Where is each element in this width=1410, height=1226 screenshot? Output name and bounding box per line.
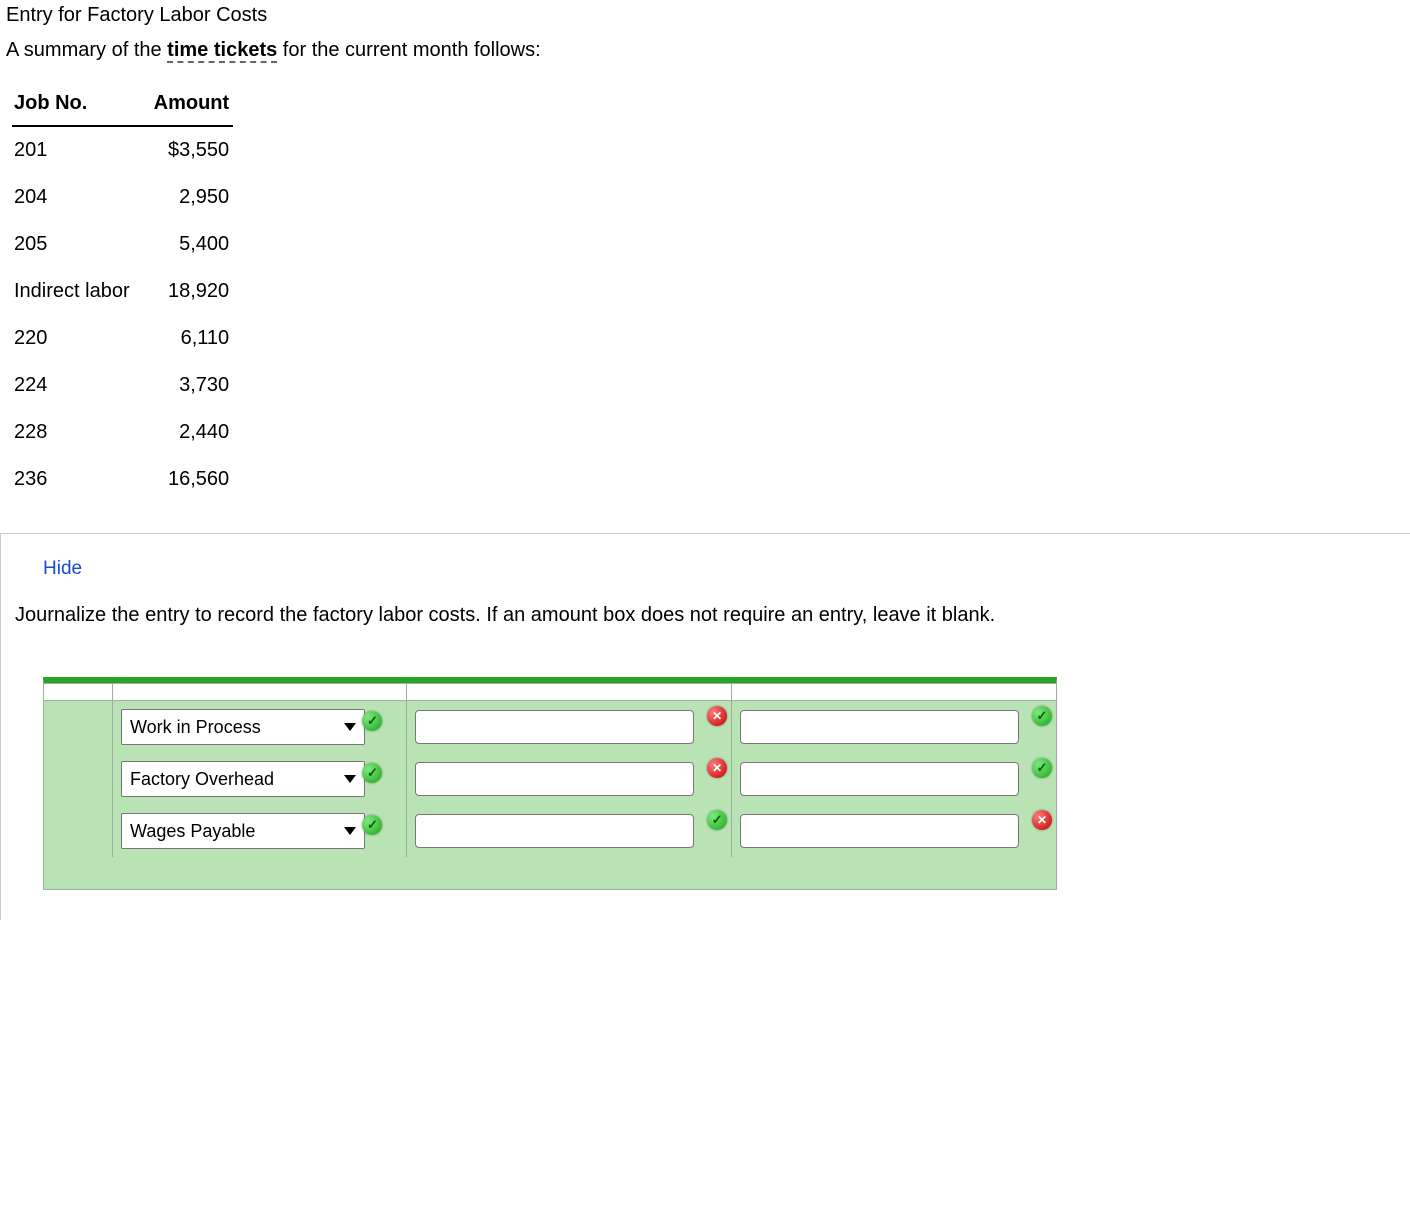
credit-input[interactable]: [740, 710, 1019, 744]
account-select[interactable]: Wages Payable: [121, 813, 365, 849]
account-select-value: Factory Overhead: [130, 769, 274, 790]
table-row: 201$3,550: [12, 126, 233, 174]
debit-input[interactable]: [415, 814, 694, 848]
amount-cell: $3,550: [152, 126, 234, 174]
amount-cell: 6,110: [152, 315, 234, 362]
check-icon: [1032, 706, 1052, 726]
table-row: 2206,110: [12, 315, 233, 362]
hide-link[interactable]: Hide: [43, 558, 1392, 580]
job-cell: 201: [12, 126, 152, 174]
account-select-value: Work in Process: [130, 717, 261, 738]
col-header-amount: Amount: [152, 82, 234, 126]
chevron-down-icon: [344, 723, 356, 731]
journal-entry-widget: Work in Process: [43, 677, 1057, 890]
chevron-down-icon: [344, 775, 356, 783]
journal-row: Wages Payable: [44, 805, 1056, 857]
glossary-term-time-tickets[interactable]: time tickets: [167, 39, 277, 63]
job-cell: 220: [12, 315, 152, 362]
account-select[interactable]: Factory Overhead: [121, 761, 365, 797]
journal-row: Work in Process: [44, 701, 1056, 754]
amount-cell: 2,440: [152, 409, 234, 456]
table-row: Indirect labor18,920: [12, 268, 233, 315]
intro-before: A summary of the: [6, 39, 167, 61]
debit-input[interactable]: [415, 762, 694, 796]
job-cell: 224: [12, 362, 152, 409]
job-cell: Indirect labor: [12, 268, 152, 315]
intro-after: for the current month follows:: [277, 39, 540, 61]
table-row: 2055,400: [12, 221, 233, 268]
amount-cell: 18,920: [152, 268, 234, 315]
check-icon: [707, 810, 727, 830]
table-row: 23616,560: [12, 456, 233, 503]
x-icon: [1032, 810, 1052, 830]
page-title: Entry for Factory Labor Costs: [0, 0, 1410, 31]
intro-text: A summary of the time tickets for the cu…: [0, 31, 1410, 74]
check-icon: [1032, 758, 1052, 778]
job-cell: 228: [12, 409, 152, 456]
check-icon: [362, 763, 382, 783]
chevron-down-icon: [344, 827, 356, 835]
job-cell: 236: [12, 456, 152, 503]
debit-input[interactable]: [415, 710, 694, 744]
x-icon: [707, 706, 727, 726]
journal-row: Factory Overhead: [44, 753, 1056, 805]
table-row: 2042,950: [12, 174, 233, 221]
time-tickets-table: Job No. Amount 201$3,550 2042,950 2055,4…: [12, 82, 233, 503]
check-icon: [362, 711, 382, 731]
check-icon: [362, 815, 382, 835]
col-header-job-no: Job No.: [12, 82, 152, 126]
table-row: 2282,440: [12, 409, 233, 456]
job-cell: 204: [12, 174, 152, 221]
instructions-text: Journalize the entry to record the facto…: [15, 604, 1392, 627]
table-row: 2243,730: [12, 362, 233, 409]
credit-input[interactable]: [740, 814, 1019, 848]
journal-header-row: [44, 684, 1056, 701]
amount-cell: 2,950: [152, 174, 234, 221]
amount-cell: 16,560: [152, 456, 234, 503]
credit-input[interactable]: [740, 762, 1019, 796]
x-icon: [707, 758, 727, 778]
answer-panel: Hide Journalize the entry to record the …: [0, 533, 1410, 920]
amount-cell: 5,400: [152, 221, 234, 268]
amount-cell: 3,730: [152, 362, 234, 409]
account-select[interactable]: Work in Process: [121, 709, 365, 745]
job-cell: 205: [12, 221, 152, 268]
account-select-value: Wages Payable: [130, 821, 255, 842]
